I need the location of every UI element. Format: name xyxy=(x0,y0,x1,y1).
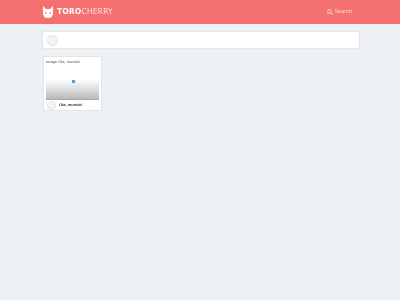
search-button[interactable]: Search xyxy=(326,7,352,17)
brand-name: TOROCHERRY xyxy=(57,8,113,16)
user-avatar[interactable] xyxy=(47,35,58,46)
post-card[interactable]: Image Olá, mundo! Olá, mundo! xyxy=(43,56,102,111)
brand-name-part2: CHERRY xyxy=(81,7,113,17)
logo[interactable]: TOROCHERRY xyxy=(42,4,113,20)
new-post-composer[interactable] xyxy=(42,31,360,49)
post-image[interactable] xyxy=(46,66,99,100)
search-icon xyxy=(326,9,333,15)
image-placeholder-dot xyxy=(72,80,75,83)
cat-mask-logo-icon xyxy=(43,6,53,18)
brand-name-part1: TORO xyxy=(57,7,82,17)
top-bar: TOROCHERRY Search xyxy=(0,0,400,24)
post-title: Image Olá, mundo! xyxy=(46,59,81,64)
post-author-name[interactable]: Olá, mundo! xyxy=(59,103,82,107)
search-label: Search xyxy=(334,9,352,15)
post-author-avatar[interactable] xyxy=(47,101,56,110)
